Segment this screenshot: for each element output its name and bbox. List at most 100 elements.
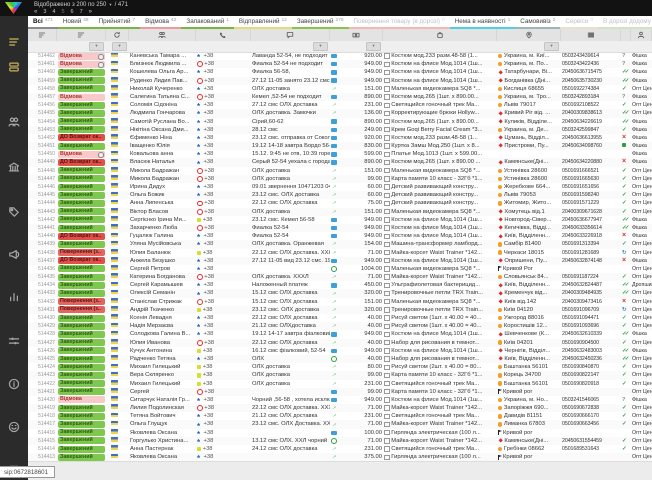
client-phone[interactable]: *+38: [196, 101, 251, 109]
client-phone[interactable]: *+38: [196, 257, 251, 265]
client-phone[interactable]: +38: [196, 199, 251, 207]
order-row[interactable]: 514414ЗавершенийАнна Пастернак+3824.12 с…: [28, 445, 652, 453]
client-phone[interactable]: *+38: [196, 240, 251, 248]
order-row[interactable]: 514457ВідмоваСалегина Татьяна С...+38Кем…: [28, 93, 652, 101]
client-phone[interactable]: +38: [196, 249, 251, 257]
sidebar-reports-icon[interactable]: [8, 291, 20, 303]
column-manager[interactable]: [631, 29, 652, 41]
client-phone[interactable]: *+38: [196, 191, 251, 199]
client-phone[interactable]: *+38: [196, 134, 251, 142]
order-row[interactable]: 514418ЗавершенийТетяна Войтович*+3821.12…: [28, 412, 652, 420]
column-order-id[interactable]: [28, 29, 57, 41]
page-5-button[interactable]: 5: [61, 9, 64, 15]
order-row[interactable]: 514427ЗавершенийЮлия Иванова+3822.12 смс…: [28, 339, 652, 347]
client-phone[interactable]: *+38: [196, 126, 251, 134]
tab-7[interactable]: Повернення товару (в дорозі)0: [349, 16, 450, 29]
client-phone[interactable]: *+38: [196, 118, 251, 126]
order-row[interactable]: 514438Повернення (з..Юлия Баланюк+3822.1…: [28, 249, 652, 257]
column-country[interactable]: [106, 29, 129, 41]
column-product[interactable]: [383, 29, 497, 41]
client-phone[interactable]: +38: [196, 60, 251, 68]
filter-dropdown[interactable]: ▾: [112, 42, 127, 51]
order-row[interactable]: 514451ЗавершенийІващенко Юлія*+3819.12 1…: [28, 142, 652, 150]
order-row[interactable]: 514440ДО Возврат ок..Гуцалюк Галина*+38Ф…: [28, 232, 652, 240]
client-phone[interactable]: +38: [196, 347, 251, 355]
client-phone[interactable]: +38: [196, 404, 251, 412]
client-phone[interactable]: +38: [196, 216, 251, 224]
tab-6[interactable]: Завершений278: [292, 16, 349, 29]
order-row[interactable]: 514455ЗавершенийЛюдмила Гончарова*+38ОЛХ…: [28, 109, 652, 117]
order-row[interactable]: 514435ЗавершенийКатерина Богданова+38ОЛХ…: [28, 273, 652, 281]
order-row[interactable]: 514422ЗавершенийМихаил Гилецький+38ОЛХ д…: [28, 380, 652, 388]
sidebar-marketing-icon[interactable]: [8, 248, 20, 260]
tab-5[interactable]: Відправлений12: [234, 16, 292, 29]
order-row[interactable]: 514450ВідмоваКовальова анна*+3815.12. 9:…: [28, 150, 652, 158]
order-row[interactable]: 514447ЗавершенийМикола Бадражан+38ОЛХ до…: [28, 175, 652, 183]
client-phone[interactable]: *+38: [196, 281, 251, 289]
order-row[interactable]: 514426ЗавершенийКучук Антонина+3816.12 с…: [28, 347, 652, 355]
client-phone[interactable]: *+38: [196, 109, 251, 117]
page-7-button[interactable]: 7: [80, 9, 83, 15]
order-row[interactable]: 514456ЗавершенийСоломія Сідоніна*+3827.1…: [28, 101, 652, 109]
client-phone[interactable]: *+38: [196, 420, 251, 428]
first-page-button[interactable]: «: [34, 9, 37, 15]
page-3-button[interactable]: 3: [43, 9, 46, 15]
order-row[interactable]: 514443ЗавершенийВіктор Власов+38ОЛХ дост…: [28, 208, 652, 216]
sidebar-pricing-icon[interactable]: [8, 206, 20, 218]
order-row[interactable]: 514433ЗавершенийОлексій Семанін*+3815.12…: [28, 289, 652, 297]
order-row[interactable]: 514419ЗавершенийЛилия Подолинская+3822.1…: [28, 404, 652, 412]
client-phone[interactable]: +38: [196, 175, 251, 183]
client-phone[interactable]: +38: [196, 371, 251, 379]
order-row[interactable]: 514458ЗавершенийНиколай Кучеренко*+38ОЛХ…: [28, 85, 652, 93]
range-dropdown-icon[interactable]: ▾: [109, 2, 111, 8]
client-phone[interactable]: *+38: [196, 314, 251, 322]
order-row[interactable]: 514460ЗавершенийКошелева Ольга Ар...*+38…: [28, 68, 652, 76]
sidebar-info-icon[interactable]: [8, 378, 20, 390]
filter-dropdown[interactable]: ▾: [544, 42, 559, 51]
sidebar-clients-icon[interactable]: [8, 116, 20, 128]
client-phone[interactable]: +38: [196, 224, 251, 232]
client-phone[interactable]: *+38: [196, 232, 251, 240]
client-phone[interactable]: *+38: [196, 85, 251, 93]
column-ttn-state[interactable]: [621, 29, 631, 41]
sidebar-support-icon[interactable]: [8, 421, 20, 433]
order-row[interactable]: 514462ВідмоваКаневська Тамара ...*+38Лав…: [28, 52, 652, 60]
order-row[interactable]: 514417ЗавершенийОльга Глущук*+3823.12 см…: [28, 420, 652, 428]
client-phone[interactable]: +38: [196, 445, 251, 453]
order-row[interactable]: 514431Повернення (з..Андрій Ткаченко+382…: [28, 306, 652, 314]
order-row[interactable]: 514445ЗавершенийОльга Божик*+3823.12 смс…: [28, 191, 652, 199]
client-phone[interactable]: *+38: [196, 429, 251, 437]
client-phone[interactable]: +38: [196, 380, 251, 388]
client-phone[interactable]: +38: [196, 388, 251, 396]
order-row[interactable]: 514425ЗавершенийРадченко Тетяна*+38ОЛХ40…: [28, 355, 652, 363]
client-phone[interactable]: *+38: [196, 142, 251, 150]
order-row[interactable]: 514429ЗавершенийНадія Мерзаєва*+3821.12 …: [28, 322, 652, 330]
sidebar-orders-icon[interactable]: [8, 36, 20, 48]
client-phone[interactable]: *+38: [196, 396, 251, 404]
order-row[interactable]: 514446ЗавершенийИрина Дидух*+3809.01 зве…: [28, 183, 652, 191]
tab-1[interactable]: Новий48: [58, 16, 94, 29]
sidebar-catalog-icon[interactable]: [8, 61, 20, 73]
order-row[interactable]: 514448ЗавершенийМикола Бадражан+38ОЛХ до…: [28, 167, 652, 175]
last-page-button[interactable]: »: [89, 9, 92, 15]
client-phone[interactable]: *+38: [196, 183, 251, 191]
order-row[interactable]: 514428ЗавершенийСолодкова Галина В...*+3…: [28, 330, 652, 338]
column-comment[interactable]: [251, 29, 330, 41]
order-row[interactable]: 514432Повернення (з..Станіслав Стрижак+3…: [28, 298, 652, 306]
page-6-button[interactable]: 6: [71, 9, 74, 15]
client-phone[interactable]: *+38: [196, 412, 251, 420]
column-price[interactable]: [330, 29, 383, 41]
client-phone[interactable]: +38: [196, 363, 251, 371]
app-logo-icon[interactable]: [5, 2, 22, 14]
order-row[interactable]: 514453ЗавершенийНікітіна Оксана Дми...*+…: [28, 126, 652, 134]
tab-9[interactable]: Самовивіз2: [515, 16, 560, 29]
order-row[interactable]: 514449ДО Возврат ок..Власюк Наталья*+38С…: [28, 158, 652, 166]
order-row[interactable]: 514421ЗавершенийСергей+3899.00Карта памя…: [28, 388, 652, 396]
tab-8[interactable]: Нема в наявності1: [450, 16, 516, 29]
client-phone[interactable]: *+38: [196, 150, 251, 158]
page-4-button[interactable]: 4: [52, 9, 55, 15]
client-phone[interactable]: +38: [196, 339, 251, 347]
order-row[interactable]: 514452ДО Возврат ок..Єфименко Ніна*+3823…: [28, 134, 652, 142]
order-row[interactable]: 514442ЗавершенийСергієнко Ірина Ми...+38…: [28, 216, 652, 224]
client-phone[interactable]: *+38: [196, 52, 251, 60]
